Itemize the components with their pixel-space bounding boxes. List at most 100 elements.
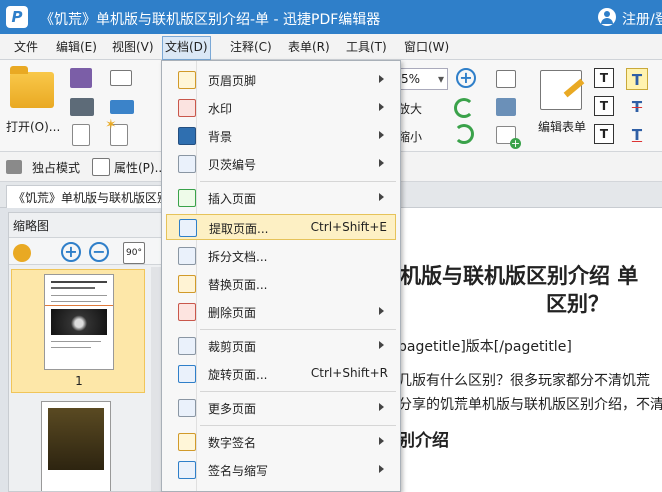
thumbnail-zoom-in-icon[interactable]: + [61, 242, 81, 262]
menu-tools[interactable]: 工具(T) [344, 38, 389, 58]
menu-item-sign-initials[interactable]: 签名与缩写 [166, 457, 396, 483]
watermark-icon [178, 99, 196, 117]
menu-form[interactable]: 表单(R) [286, 38, 332, 58]
menu-item-label: 提取页面... [209, 222, 269, 236]
menu-item-delete-page[interactable]: 删除页面 [166, 299, 396, 325]
menu-item-background[interactable]: 背景 [166, 123, 396, 149]
app-logo-icon: P [6, 6, 28, 28]
menu-window[interactable]: 窗口(W) [402, 38, 451, 58]
menu-item-label: 替换页面... [208, 278, 268, 292]
menu-item-shortcut: Ctrl+Shift+R [310, 366, 388, 380]
zoom-in-label[interactable]: 放大 [398, 100, 422, 117]
edit-form-icon[interactable] [540, 70, 582, 110]
sign-initials-icon [178, 461, 196, 479]
add-image-icon[interactable] [496, 126, 521, 149]
thumbnail-image [48, 408, 104, 470]
properties-button[interactable]: 属性(P)... [114, 159, 166, 176]
mail-icon[interactable] [110, 70, 132, 86]
zoom-level-select[interactable]: 5% [396, 68, 448, 90]
menu-item-shortcut: Ctrl+Shift+E [310, 220, 387, 234]
menu-item-replace-page[interactable]: 替换页面... [166, 271, 396, 297]
properties-icon[interactable] [92, 158, 110, 176]
rotate-clockwise-icon[interactable] [454, 98, 474, 118]
menu-item-watermark[interactable]: 水印 [166, 95, 396, 121]
menu-annotation[interactable]: 注释(C) [228, 38, 274, 58]
document-pagetitle: pagetitle]版本[/pagetitle] [398, 339, 572, 355]
export-icon[interactable] [72, 124, 90, 146]
highlight-text-icon[interactable]: T [626, 68, 648, 90]
menu-edit[interactable]: 编辑(E) [54, 38, 99, 58]
zoom-in-icon[interactable]: + [456, 68, 476, 88]
gear-icon[interactable] [13, 244, 31, 262]
menu-separator [200, 181, 396, 182]
menu-item-label: 插入页面 [208, 192, 257, 206]
new-document-icon[interactable] [105, 117, 128, 146]
thumbnail-scrollbar[interactable] [151, 267, 161, 491]
save-icon[interactable] [70, 68, 92, 88]
menu-view[interactable]: 视图(V) [110, 38, 156, 58]
document-dropdown-menu: 页眉页脚 水印 背景 贝茨编号 插入页面 提取页面... Ctrl+Shift+… [161, 60, 401, 492]
menu-item-label: 裁剪页面 [208, 340, 257, 354]
menu-item-label: 拆分文档... [208, 250, 268, 264]
menu-item-label: 背景 [208, 130, 233, 144]
exclusive-mode-icon[interactable] [6, 160, 22, 174]
rotate-90-icon[interactable]: 90° [123, 242, 145, 264]
login-link[interactable]: 注册/登 [622, 9, 662, 29]
user-icon[interactable] [598, 8, 616, 26]
menu-item-split-document[interactable]: 拆分文档... [166, 243, 396, 269]
submenu-arrow-icon [379, 75, 384, 83]
menu-item-header-footer[interactable]: 页眉页脚 [166, 67, 396, 93]
menu-document[interactable]: 文档(D) [162, 36, 211, 60]
textbox-icon[interactable]: T [594, 68, 614, 88]
menu-item-rotate-page[interactable]: 旋转页面... Ctrl+Shift+R [166, 361, 396, 387]
thumbnail-zoom-out-icon[interactable]: − [89, 242, 109, 262]
title-bar: P 《饥荒》单机版与联机版区别介绍-单 - 迅捷PDF编辑器 注册/登 [0, 0, 662, 34]
menu-item-label: 页眉页脚 [208, 74, 257, 88]
open-folder-icon[interactable] [10, 66, 54, 108]
text-select-icon[interactable]: T [594, 124, 614, 144]
thumbnail-panel-title: 缩略图 [13, 219, 50, 233]
window-title: 《饥荒》单机版与联机版区别介绍-单 - 迅捷PDF编辑器 [40, 12, 381, 28]
menu-item-label: 旋转页面... [208, 368, 268, 382]
submenu-arrow-icon [379, 465, 384, 473]
thumbnail-toolbar: + − 90° [9, 237, 161, 265]
menu-item-label: 更多页面 [208, 402, 257, 416]
textfield-icon[interactable]: T [594, 96, 614, 116]
zoom-out-label[interactable]: 缩小 [398, 128, 422, 145]
menu-item-bates-numbering[interactable]: 贝茨编号 [166, 151, 396, 177]
page-thumbnail[interactable] [41, 401, 111, 491]
submenu-arrow-icon [379, 193, 384, 201]
menu-item-crop-page[interactable]: 裁剪页面 [166, 333, 396, 359]
document-subheading: 别介绍 [398, 431, 449, 451]
crop-page-icon [178, 337, 196, 355]
rotate-counterclockwise-icon[interactable] [454, 124, 474, 144]
rotate-page-icon [178, 365, 196, 383]
menu-item-label: 签名与缩写 [208, 464, 269, 478]
bates-numbering-icon [178, 155, 196, 173]
menu-item-extract-page[interactable]: 提取页面... Ctrl+Shift+E [166, 214, 396, 240]
document-paragraph: 分享的饥荒单机版与联机版区别介绍，不清 [398, 397, 662, 413]
print-icon[interactable] [70, 98, 94, 116]
thumbnail-item-selected[interactable]: 1 [11, 269, 145, 393]
strikethrough-icon[interactable]: T [626, 96, 648, 118]
document-tab[interactable]: 《饥荒》单机版与联机版区别 [6, 185, 170, 208]
underline-icon[interactable]: T [626, 124, 648, 146]
submenu-arrow-icon [379, 307, 384, 315]
scan-icon[interactable] [110, 100, 134, 114]
image-icon[interactable] [496, 98, 516, 116]
document-paragraph: 几版有什么区别？很多玩家都分不清饥荒 [398, 373, 650, 389]
fit-page-icon[interactable] [496, 70, 516, 88]
menu-item-insert-page[interactable]: 插入页面 [166, 185, 396, 211]
edit-form-label[interactable]: 编辑表单 [538, 118, 586, 135]
menu-item-digital-signature[interactable]: 数字签名 [166, 429, 396, 455]
exclusive-mode-button[interactable]: 独占模式 [32, 159, 80, 176]
open-button-label[interactable]: 打开(O)... [6, 118, 60, 135]
menu-item-label: 贝茨编号 [208, 158, 257, 172]
menu-item-more-pages[interactable]: 更多页面 [166, 395, 396, 421]
more-pages-icon [178, 399, 196, 417]
menu-file[interactable]: 文件 [12, 38, 40, 58]
menu-item-label: 数字签名 [208, 436, 257, 450]
replace-page-icon [178, 275, 196, 293]
split-document-icon [178, 247, 196, 265]
submenu-arrow-icon [379, 403, 384, 411]
